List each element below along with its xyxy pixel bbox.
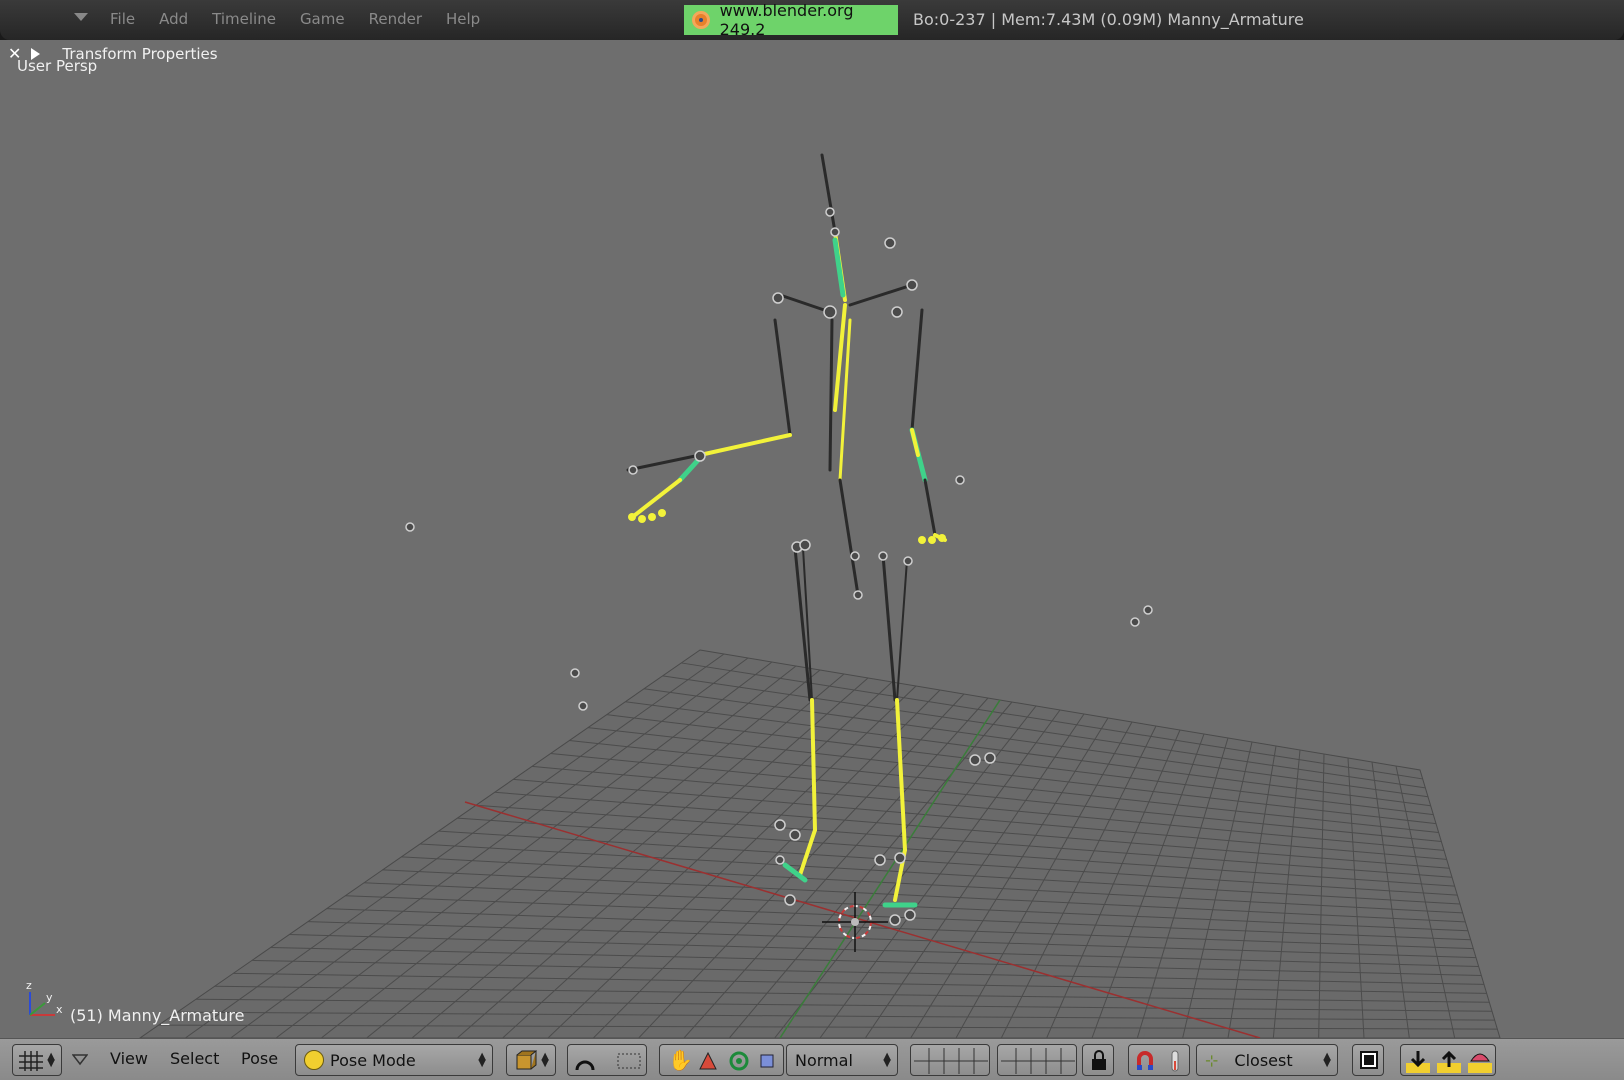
layer-lock-icon bbox=[1092, 1050, 1106, 1070]
blender-logo-icon bbox=[692, 11, 710, 29]
pose-copy-group bbox=[1400, 1044, 1496, 1076]
selector-arrows-icon: ▲ ▼ bbox=[1323, 1051, 1331, 1069]
viewport-type-icon bbox=[19, 1051, 43, 1071]
snap-grid-icon[interactable] bbox=[616, 1050, 642, 1072]
brand-url-text: www.blender.org 249.2 bbox=[719, 1, 854, 39]
ground-grid bbox=[139, 649, 1501, 1038]
active-object-label: (51) Manny_Armature bbox=[70, 1006, 245, 1025]
pivot-icon bbox=[575, 1060, 595, 1071]
viewport-header: ▲▼ View Select Pose Pose Mode ▲▼ ▲▼ ✋ bbox=[0, 1038, 1624, 1080]
snap-target-value: Closest bbox=[1234, 1050, 1293, 1070]
rotate-icon[interactable] bbox=[728, 1050, 750, 1072]
translate-icon[interactable] bbox=[698, 1051, 718, 1071]
scene-stats: Bo:0-237 | Mem:7.43M (0.09M) Manny_Armat… bbox=[913, 10, 1304, 29]
header-collapse-icon[interactable] bbox=[74, 13, 88, 21]
manipulator-hand-icon[interactable]: ✋ bbox=[668, 1048, 693, 1072]
selector-arrows-icon: ▲ ▼ bbox=[478, 1051, 486, 1069]
layer-buttons-icon[interactable] bbox=[914, 1048, 988, 1074]
layer-lock-button[interactable] bbox=[1082, 1044, 1114, 1076]
layers-group-2[interactable] bbox=[997, 1044, 1077, 1076]
export-up-icon[interactable] bbox=[1437, 1049, 1461, 1073]
snap-toggle-group bbox=[1128, 1044, 1190, 1076]
menu-pose[interactable]: Pose bbox=[241, 1049, 278, 1068]
view-label: User Persp bbox=[17, 57, 98, 75]
snap-target-icon: ⊹ bbox=[1205, 1050, 1219, 1070]
menu-help[interactable]: Help bbox=[446, 10, 480, 28]
main-menu: File Add Timeline Game Render Help bbox=[110, 10, 480, 28]
pivot-selector[interactable] bbox=[567, 1044, 647, 1076]
orientation-value: Normal bbox=[795, 1050, 853, 1070]
selector-arrows-icon: ▲ ▼ bbox=[47, 1051, 55, 1069]
render-preview-icon bbox=[1360, 1051, 1378, 1069]
draw-type-icon bbox=[516, 1050, 537, 1070]
3d-viewport[interactable]: z x y ✕ Transform Properties User Persp … bbox=[0, 40, 1624, 1038]
header-collapse-icon[interactable] bbox=[72, 1054, 88, 1066]
selector-arrows-icon: ▲ ▼ bbox=[541, 1051, 549, 1069]
manipulator-group: ✋ bbox=[659, 1044, 784, 1076]
scale-icon[interactable] bbox=[758, 1052, 776, 1070]
pose-mode-icon bbox=[304, 1050, 324, 1070]
magnet-icon[interactable] bbox=[1134, 1050, 1156, 1072]
menu-select[interactable]: Select bbox=[170, 1049, 219, 1068]
menu-view[interactable]: View bbox=[110, 1049, 148, 1068]
axis-gizmo-icon: z x y bbox=[26, 979, 63, 1016]
viewport-type-selector[interactable]: ▲ ▼ bbox=[12, 1044, 62, 1076]
selector-arrows-icon: ▲ ▼ bbox=[883, 1051, 891, 1069]
svg-text:y: y bbox=[46, 991, 53, 1004]
svg-text:x: x bbox=[56, 1003, 63, 1016]
layers-group-1[interactable] bbox=[910, 1044, 990, 1076]
mode-selector[interactable]: Pose Mode ▲ ▼ bbox=[295, 1044, 493, 1076]
menu-timeline[interactable]: Timeline bbox=[212, 10, 276, 28]
menu-file[interactable]: File bbox=[110, 10, 135, 28]
svg-text:z: z bbox=[26, 979, 32, 992]
render-preview-button[interactable] bbox=[1352, 1044, 1384, 1076]
orientation-selector[interactable]: Normal ▲ ▼ bbox=[786, 1044, 898, 1076]
blender-url-link[interactable]: www.blender.org 249.2 bbox=[684, 1, 898, 39]
menu-game[interactable]: Game bbox=[300, 10, 345, 28]
export-down-icon[interactable] bbox=[1406, 1049, 1430, 1073]
menu-render[interactable]: Render bbox=[369, 10, 422, 28]
viewport-scene[interactable]: z x y bbox=[0, 40, 1624, 1038]
flag-icon[interactable] bbox=[1468, 1049, 1492, 1073]
thermometer-icon[interactable] bbox=[1167, 1049, 1183, 1073]
layer-buttons-icon[interactable] bbox=[1001, 1048, 1075, 1074]
draw-type-selector[interactable]: ▲ ▼ bbox=[506, 1044, 556, 1076]
mode-value: Pose Mode bbox=[330, 1050, 416, 1070]
snap-target-selector[interactable]: ⊹ Closest ▲ ▼ bbox=[1196, 1044, 1338, 1076]
info-header: File Add Timeline Game Render Help www.b… bbox=[0, 0, 1624, 40]
menu-add[interactable]: Add bbox=[159, 10, 188, 28]
